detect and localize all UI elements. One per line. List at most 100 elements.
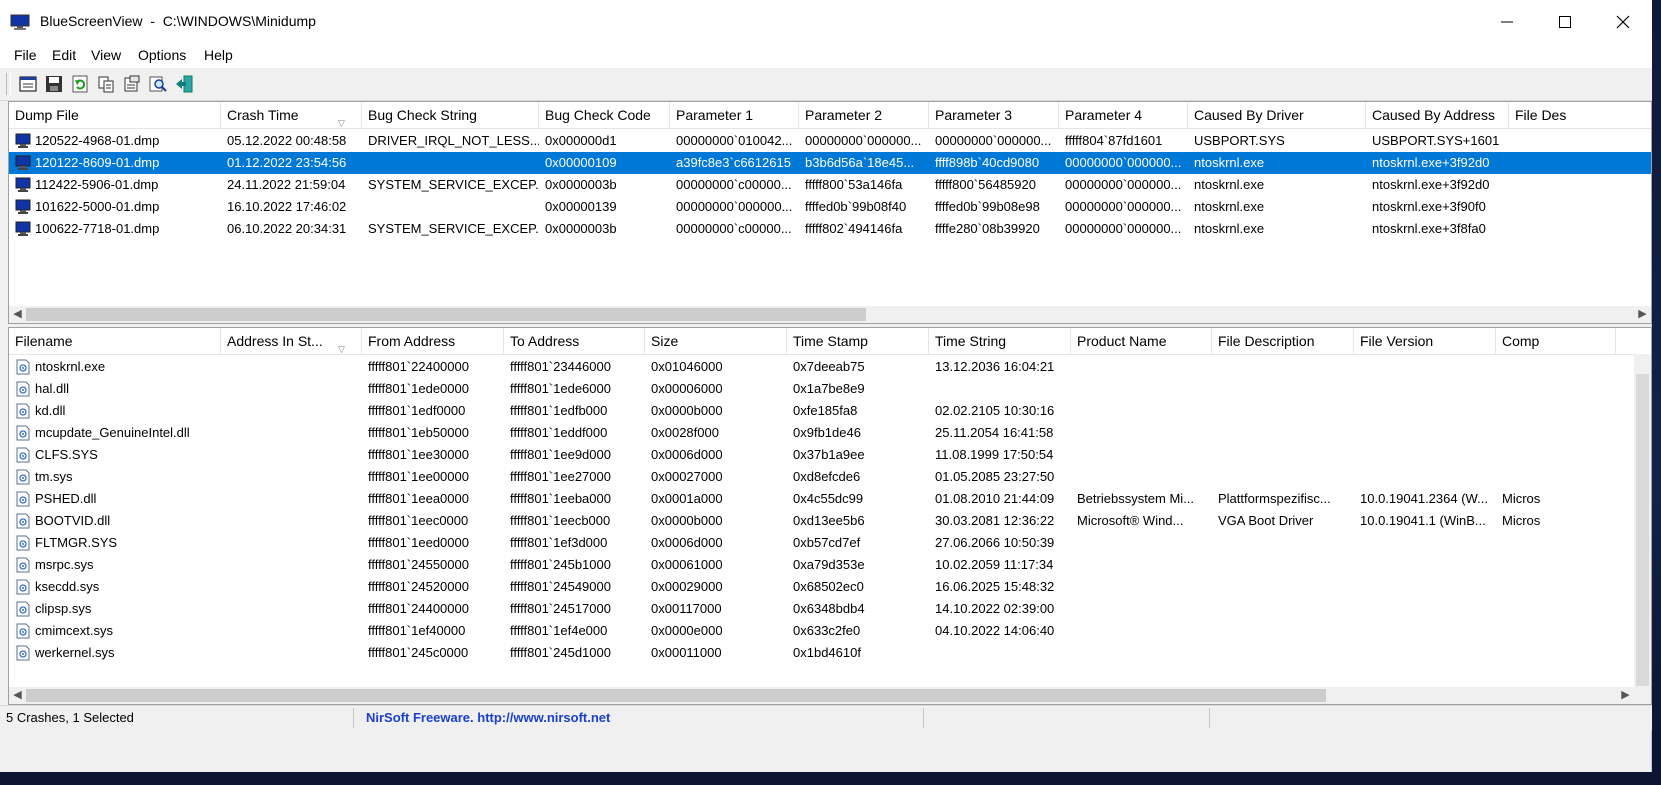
column-header-label: Address In St...	[227, 333, 323, 349]
html-report-button[interactable]	[16, 73, 40, 95]
crash-row[interactable]: 120122-8609-01.dmp 01.12.2022 23:54:56 0x0…	[9, 152, 1651, 174]
save-button[interactable]	[42, 73, 66, 95]
driver-row[interactable]: kd.dll fffff801`1edf0000 fffff801`1edfb000…	[9, 400, 1651, 422]
cell-address-in-st	[221, 620, 362, 642]
driver-list-vscroll-track[interactable]	[1636, 374, 1649, 686]
cell-product-name	[1071, 532, 1212, 554]
column-header-parameter-2[interactable]: Parameter 2	[799, 102, 929, 128]
driver-row[interactable]: cmimcext.sys fffff801`1ef40000 fffff801`1e…	[9, 620, 1651, 642]
column-header-filename[interactable]: Filename	[9, 328, 221, 354]
scroll-right-icon[interactable]: ▶	[1634, 306, 1651, 323]
driver-row[interactable]: hal.dll fffff801`1ede0000 fffff801`1ede600…	[9, 378, 1651, 400]
exit-icon	[176, 75, 193, 93]
cell-product-name	[1071, 598, 1212, 620]
driver-list-vscrollbar[interactable]	[1634, 354, 1651, 687]
toolbar-grip[interactable]	[6, 73, 11, 95]
scroll-left-icon[interactable]: ◀	[9, 306, 26, 323]
driver-row[interactable]: ksecdd.sys fffff801`24520000 fffff801`2454…	[9, 576, 1651, 598]
crash-row[interactable]: 112422-5906-01.dmp 24.11.2022 21:59:04 SYS…	[9, 174, 1651, 196]
refresh-button[interactable]	[68, 73, 92, 95]
cell-to-address: fffff801`245b1000	[510, 557, 611, 572]
scroll-right-icon[interactable]: ▶	[1617, 687, 1634, 704]
driver-row[interactable]: mcupdate_GenuineIntel.dll fffff801`1eb500…	[9, 422, 1651, 444]
cell-product-name	[1071, 378, 1212, 400]
cell-comp	[1496, 400, 1616, 422]
cell-bug-check-string	[362, 152, 539, 174]
cell-bug-check-code: 0x0000003b	[545, 177, 617, 192]
column-header-bug-check-code[interactable]: Bug Check Code	[539, 102, 670, 128]
minimize-button[interactable]	[1478, 0, 1536, 44]
crash-row[interactable]: 100622-7718-01.dmp 06.10.2022 20:34:31 SYS…	[9, 218, 1651, 240]
menu-options[interactable]: Options	[138, 47, 186, 63]
column-header-bug-check-string[interactable]: Bug Check String	[362, 102, 539, 128]
cell-file-description	[1212, 378, 1354, 400]
cell-from-address: fffff801`22400000	[368, 359, 469, 374]
cell-time-stamp: 0x68502ec0	[793, 579, 864, 594]
cell-comp	[1496, 444, 1616, 466]
menu-view[interactable]: View	[91, 47, 121, 63]
column-header-caused-by-address[interactable]: Caused By Address	[1366, 102, 1509, 128]
close-button[interactable]	[1594, 0, 1652, 44]
driver-row[interactable]: clipsp.sys fffff801`24400000 fffff801`2451…	[9, 598, 1651, 620]
crash-list-hscrollbar[interactable]: ◀ ▶	[9, 306, 1651, 323]
scroll-left-icon[interactable]: ◀	[9, 687, 26, 704]
column-header-dump-file[interactable]: Dump File	[9, 102, 221, 128]
cell-file-version	[1354, 378, 1496, 400]
cell-crash-time: 05.12.2022 00:48:58	[227, 133, 347, 148]
column-header-parameter-3[interactable]: Parameter 3	[929, 102, 1059, 128]
exit-button[interactable]	[172, 73, 196, 95]
column-header-time-stamp[interactable]: Time Stamp	[787, 328, 929, 354]
find-button[interactable]	[146, 73, 170, 95]
menu-edit[interactable]: Edit	[52, 47, 76, 63]
driver-row[interactable]: FLTMGR.SYS fffff801`1eed0000 fffff801`1ef3…	[9, 532, 1651, 554]
title-bar[interactable]: BlueScreenView - C:\WINDOWS\Minidump	[0, 0, 1652, 44]
nirsoft-link[interactable]: NirSoft Freeware. http://www.nirsoft.net	[360, 708, 924, 728]
driver-row[interactable]: PSHED.dll fffff801`1eea0000 fffff801`1eeba…	[9, 488, 1651, 510]
copy-icon	[98, 76, 114, 93]
column-header-size[interactable]: Size	[645, 328, 787, 354]
cell-size: 0x00029000	[651, 579, 723, 594]
cell-crash-time: 24.11.2022 21:59:04	[227, 177, 346, 192]
driver-row[interactable]: tm.sys fffff801`1ee00000 fffff801`1ee27000…	[9, 466, 1651, 488]
copy-button[interactable]	[94, 73, 118, 95]
cell-from-address: fffff801`1ee00000	[368, 469, 469, 484]
crash-row[interactable]: 120522-4968-01.dmp 05.12.2022 00:48:58 DRI…	[9, 130, 1651, 152]
column-header-parameter-4[interactable]: Parameter 4	[1059, 102, 1188, 128]
driver-row[interactable]: msrpc.sys fffff801`24550000 fffff801`245b1…	[9, 554, 1651, 576]
driver-list-hscroll-thumb[interactable]	[26, 689, 1326, 702]
driver-row[interactable]: werkernel.sys fffff801`245c0000 fffff801`2…	[9, 642, 1651, 664]
crash-row[interactable]: 101622-5000-01.dmp 16.10.2022 17:46:02 0x0…	[9, 196, 1651, 218]
column-header-product-name[interactable]: Product Name	[1071, 328, 1212, 354]
cell-parameter-2: fffff802`494146fa	[805, 221, 903, 236]
cell-address-in-st	[221, 576, 362, 598]
column-header-file-des[interactable]: File Des	[1509, 102, 1651, 128]
maximize-button[interactable]	[1536, 0, 1594, 44]
column-header-to-address[interactable]: To Address	[504, 328, 645, 354]
cell-file-version	[1354, 620, 1496, 642]
column-header-crash-time[interactable]: Crash Time ▽	[221, 102, 362, 128]
column-header-from-address[interactable]: From Address	[362, 328, 504, 354]
column-header-time-string[interactable]: Time String	[929, 328, 1071, 354]
menu-help[interactable]: Help	[204, 47, 233, 63]
driver-row[interactable]: BOOTVID.dll fffff801`1eec0000 fffff801`1ee…	[9, 510, 1651, 532]
cell-to-address: fffff801`1eeba000	[510, 491, 611, 506]
cell-product-name	[1071, 422, 1212, 444]
cell-product-name	[1071, 620, 1212, 642]
column-header-comp[interactable]: Comp	[1496, 328, 1616, 354]
properties-button[interactable]	[120, 73, 144, 95]
column-header-file-version[interactable]: File Version	[1354, 328, 1496, 354]
driver-row[interactable]: CLFS.SYS fffff801`1ee30000 fffff801`1ee9d0…	[9, 444, 1651, 466]
cell-dump-file: 100622-7718-01.dmp	[35, 221, 160, 236]
cell-parameter-4: 00000000`000000...	[1065, 177, 1182, 192]
column-header-parameter-1[interactable]: Parameter 1	[670, 102, 799, 128]
driver-list-hscrollbar[interactable]: ◀ ▶	[9, 687, 1651, 704]
menu-file[interactable]: File	[14, 47, 37, 63]
crash-list-hscroll-thumb[interactable]	[26, 308, 866, 321]
column-header-file-description[interactable]: File Description	[1212, 328, 1354, 354]
cell-address-in-st	[221, 554, 362, 576]
column-header-caused-by-driver[interactable]: Caused By Driver	[1188, 102, 1366, 128]
cell-caused-by-address: USBPORT.SYS+1601	[1372, 133, 1500, 148]
column-header-address-in-st[interactable]: Address In St... ▽	[221, 328, 362, 354]
driver-row[interactable]: ntoskrnl.exe fffff801`22400000 fffff801`23…	[9, 356, 1651, 378]
cell-file-description	[1212, 642, 1354, 664]
